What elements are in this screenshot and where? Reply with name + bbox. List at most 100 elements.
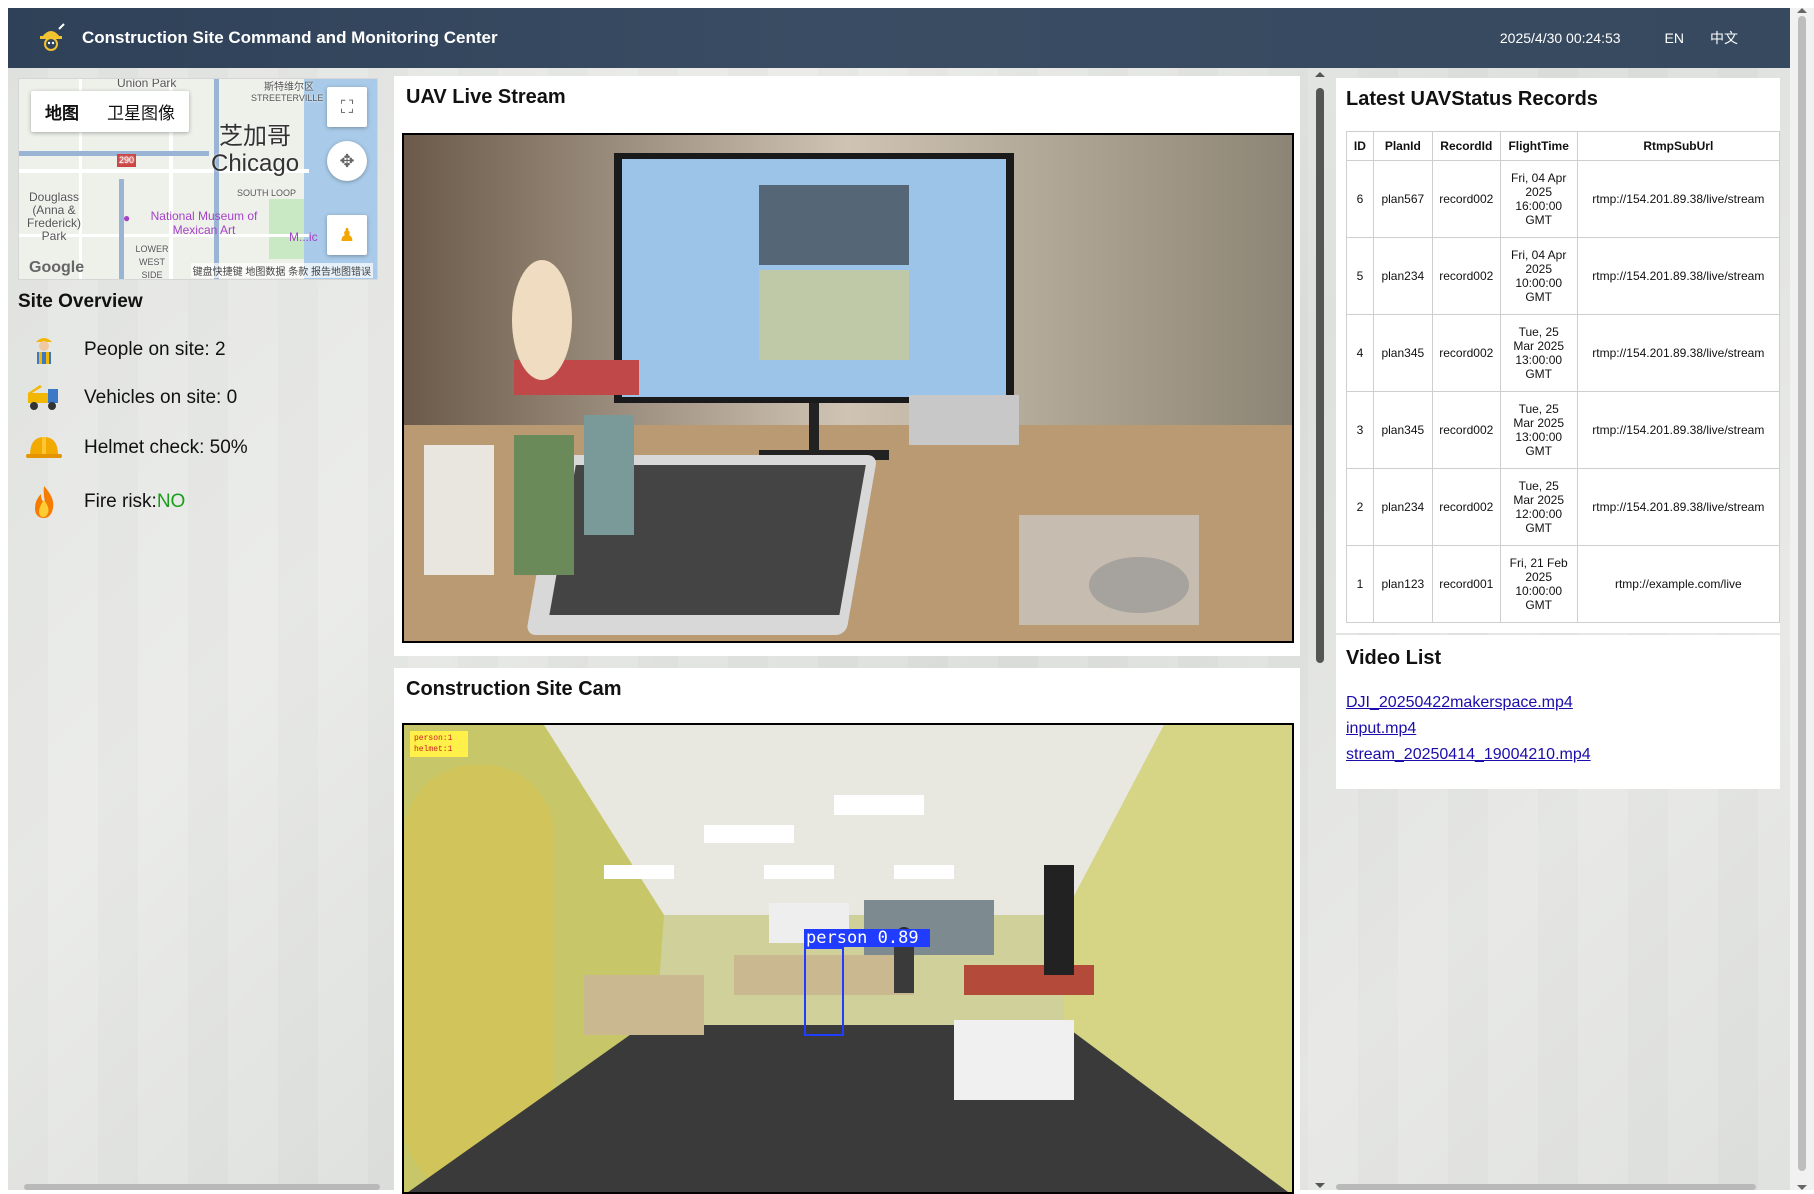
video-list-card: Video List DJI_20250422makerspace.mp4 in… xyxy=(1336,635,1780,789)
site-cam-card: Construction Site Cam person:1 helmet:1 … xyxy=(394,668,1300,1194)
center-panel-scrollbar[interactable] xyxy=(1312,68,1328,1190)
map-label: SOUTH LOOP xyxy=(237,188,297,198)
records-title: Latest UAVStatus Records xyxy=(1346,88,1598,110)
top-header: Construction Site Command and Monitoring… xyxy=(8,8,1790,68)
map-footer-links[interactable]: 键盘快捷键 地图数据 条款 报告地图错误 xyxy=(190,263,373,278)
right-panel-scrollbar[interactable] xyxy=(1336,1184,1756,1190)
table-row: 1 plan123 record001 Fri, 21 Feb 2025 10:… xyxy=(1346,545,1780,623)
fire-risk-label: Fire risk: xyxy=(84,491,157,512)
scrollbar-thumb[interactable] xyxy=(1316,88,1324,663)
map-highway-shield: 290 xyxy=(117,154,137,167)
google-logo: Google xyxy=(29,259,85,276)
detection-count-overlay: person:1 helmet:1 xyxy=(410,731,468,757)
cell-time: Tue, 25 Mar 2025 13:00:00 GMT xyxy=(1499,314,1578,392)
datetime-display: 2025/4/30 00:24:53 xyxy=(1499,30,1621,46)
cell-url: rtmp://154.201.89.38/live/stream xyxy=(1576,314,1780,392)
scroll-up-arrow-icon[interactable] xyxy=(1315,72,1325,77)
column-header: RecordId xyxy=(1431,131,1501,161)
cell-url: rtmp://154.201.89.38/live/stream xyxy=(1576,468,1780,546)
map-type-tabs: 地图 卫星图像 xyxy=(31,91,189,132)
site-overview-title: Site Overview xyxy=(18,291,143,312)
left-panel: 地图 卫星图像 Union Park 斯特维尔区 STREETERVILLE 2… xyxy=(8,68,384,1190)
map-pan-control-icon[interactable]: ✥ xyxy=(327,141,367,181)
cell-record: record001 xyxy=(1431,545,1501,623)
column-header: RtmpSubUrl xyxy=(1576,131,1780,161)
video-list: DJI_20250422makerspace.mp4 input.mp4 str… xyxy=(1346,690,1591,768)
cell-id: 5 xyxy=(1346,237,1374,315)
detection-label: person 0.89 xyxy=(804,929,930,947)
cell-record: record002 xyxy=(1431,237,1501,315)
scrollbar-thumb[interactable] xyxy=(1798,16,1806,1171)
video-link[interactable]: input.mp4 xyxy=(1346,716,1591,742)
map-label: Douglass (Anna & Frederick) Park xyxy=(26,190,81,243)
cell-plan: plan345 xyxy=(1372,391,1433,469)
cell-record: record002 xyxy=(1431,468,1501,546)
center-panel: UAV Live Stream Construction Site Cam pe… xyxy=(394,68,1312,1194)
cell-id: 3 xyxy=(1346,391,1374,469)
cell-id: 2 xyxy=(1346,468,1374,546)
fire-icon xyxy=(24,482,64,522)
cell-id: 1 xyxy=(1346,545,1374,623)
person-detection-box xyxy=(804,947,844,1036)
table-row: 3 plan345 record002 Tue, 25 Mar 2025 13:… xyxy=(1346,391,1780,469)
left-panel-scrollbar[interactable] xyxy=(24,1184,380,1190)
lang-en-button[interactable]: EN xyxy=(1655,26,1694,50)
fire-risk-value: NO xyxy=(156,491,186,512)
map-city-en: Chicago xyxy=(211,150,300,177)
cell-time: Tue, 25 Mar 2025 13:00:00 GMT xyxy=(1499,391,1578,469)
map-label: STREETERVILLE xyxy=(251,93,324,103)
map-poi-label: National Museum of Mexican Art xyxy=(150,209,258,237)
cell-time: Fri, 21 Feb 2025 10:00:00 GMT xyxy=(1499,545,1578,623)
lang-zh-button[interactable]: 中文 xyxy=(1700,24,1748,52)
cell-record: record002 xyxy=(1431,160,1501,238)
people-stat: People on site: 2 xyxy=(24,330,226,370)
fire-risk-stat: Fire risk: NO xyxy=(24,482,185,522)
uav-video-frame xyxy=(404,135,1292,641)
cell-plan: plan234 xyxy=(1372,237,1433,315)
helmet-check-text: Helmet check: 50% xyxy=(84,437,248,458)
overlay-helmet-count: helmet:1 xyxy=(414,745,453,754)
map-label: LOWER WEST SIDE xyxy=(135,244,169,280)
cell-url: rtmp://154.201.89.38/live/stream xyxy=(1576,160,1780,238)
site-cam-video-player[interactable]: person:1 helmet:1 person 0.89 xyxy=(402,723,1294,1194)
table-header-row: ID PlanId RecordId FlightTime RtmpSubUrl xyxy=(1346,131,1780,161)
map-tab-satellite[interactable]: 卫星图像 xyxy=(93,91,189,132)
video-link[interactable]: stream_20250414_19004210.mp4 xyxy=(1346,742,1591,768)
uav-stream-title: UAV Live Stream xyxy=(406,86,566,108)
worker-icon xyxy=(24,330,64,370)
cell-plan: plan567 xyxy=(1372,160,1433,238)
map-label: Union Park xyxy=(117,78,177,90)
video-link[interactable]: DJI_20250422makerspace.mp4 xyxy=(1346,690,1591,716)
uav-video-player[interactable] xyxy=(402,133,1294,643)
scroll-up-arrow-icon[interactable] xyxy=(1797,8,1807,13)
map-tab-map[interactable]: 地图 xyxy=(31,91,93,132)
helmet-stat: Helmet check: 50% xyxy=(24,428,248,468)
site-cam-video-frame xyxy=(404,725,1292,1192)
cell-url: rtmp://example.com/live xyxy=(1576,545,1780,623)
street-view-pegman-icon[interactable]: ♟ xyxy=(327,215,367,255)
cell-id: 4 xyxy=(1346,314,1374,392)
vehicles-count-text: Vehicles on site: 0 xyxy=(84,387,238,408)
cell-id: 6 xyxy=(1346,160,1374,238)
records-table: ID PlanId RecordId FlightTime RtmpSubUrl… xyxy=(1346,131,1780,623)
scroll-down-arrow-icon[interactable] xyxy=(1315,1183,1325,1188)
app-title: Construction Site Command and Monitoring… xyxy=(82,28,498,47)
map-highway xyxy=(19,151,209,156)
vehicle-icon xyxy=(24,378,64,418)
cell-plan: plan345 xyxy=(1372,314,1433,392)
window-scrollbar[interactable] xyxy=(1790,8,1814,1190)
fullscreen-icon[interactable]: ⛶ xyxy=(327,87,367,127)
scroll-down-arrow-icon[interactable] xyxy=(1797,1185,1807,1190)
people-count-text: People on site: 2 xyxy=(84,339,226,360)
map-widget[interactable]: 地图 卫星图像 Union Park 斯特维尔区 STREETERVILLE 2… xyxy=(18,78,378,280)
records-card: Latest UAVStatus Records ID PlanId Recor… xyxy=(1336,78,1780,633)
helmet-icon xyxy=(24,428,64,468)
vehicles-stat: Vehicles on site: 0 xyxy=(24,378,237,418)
uav-stream-card: UAV Live Stream xyxy=(394,76,1300,656)
column-header: PlanId xyxy=(1372,131,1433,161)
table-row: 4 plan345 record002 Tue, 25 Mar 2025 13:… xyxy=(1346,314,1780,392)
map-park xyxy=(269,199,309,259)
map-poi-icon: ● xyxy=(123,211,131,225)
map-highway xyxy=(214,79,219,279)
video-list-title: Video List xyxy=(1346,647,1442,669)
